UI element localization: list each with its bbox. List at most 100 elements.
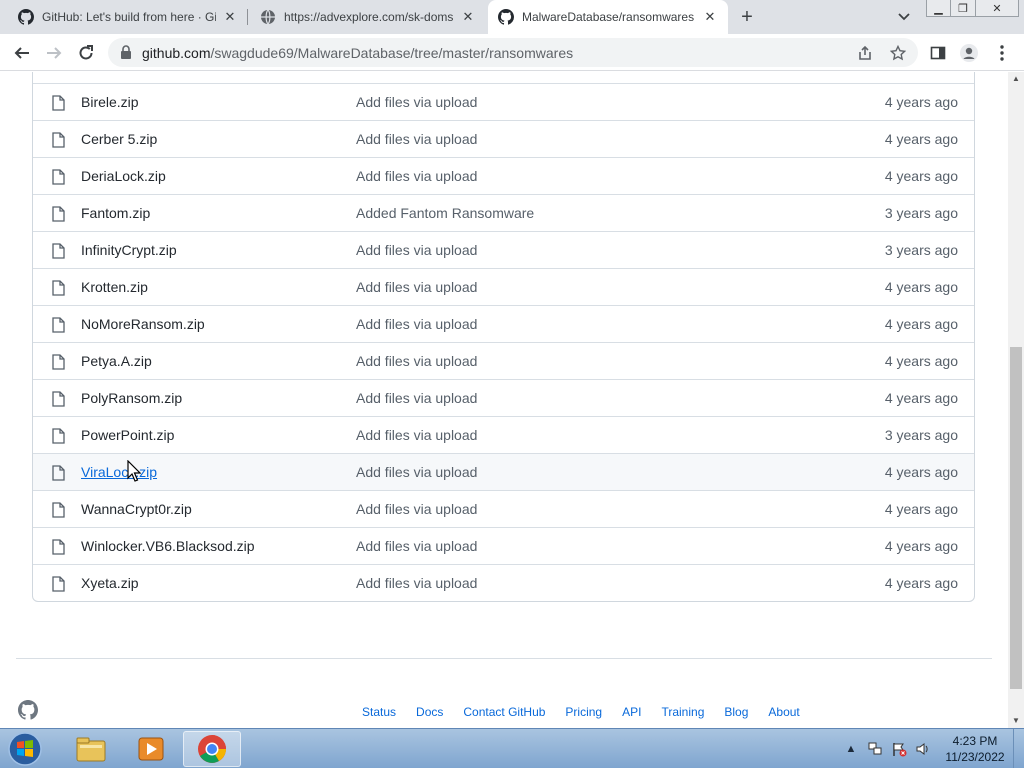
tab-malware-database[interactable]: MalwareDatabase/ransomwares ✕ [488, 0, 728, 34]
restore-button[interactable]: ❐ [951, 0, 976, 17]
volume-icon[interactable] [914, 740, 932, 758]
start-button[interactable] [6, 731, 44, 767]
back-button[interactable] [10, 41, 34, 65]
file-row[interactable]: 4 years ago [33, 72, 974, 83]
file-name-link[interactable]: Krotten.zip [81, 279, 148, 295]
new-tab-button[interactable]: + [736, 7, 758, 27]
file-name-link[interactable]: Cerber 5.zip [81, 131, 157, 147]
taskbar-chrome[interactable] [183, 731, 241, 767]
file-row[interactable]: PolyRansom.zip Add files via upload 4 year… [33, 379, 974, 416]
close-tab-icon[interactable]: ✕ [702, 9, 718, 25]
file-name-link[interactable]: Fantom.zip [81, 205, 150, 221]
footer-link-blog[interactable]: Blog [724, 705, 748, 719]
file-icon [51, 465, 65, 481]
commit-message-link[interactable]: Add files via upload [356, 168, 477, 184]
windows-taskbar: ▲ 4:23 PM 11/23/2022 [0, 728, 1024, 768]
tab-separator [247, 9, 248, 25]
commit-message-link[interactable]: Add files via upload [356, 464, 477, 480]
file-icon [51, 243, 65, 259]
footer-link-about[interactable]: About [768, 705, 799, 719]
profile-avatar-icon[interactable] [957, 41, 981, 65]
scroll-down-arrow-icon[interactable]: ▼ [1008, 714, 1024, 728]
footer-link-api[interactable]: API [622, 705, 641, 719]
menu-kebab-icon[interactable] [990, 41, 1014, 65]
scroll-up-arrow-icon[interactable]: ▲ [1008, 72, 1024, 86]
network-icon[interactable] [866, 740, 884, 758]
tab-strip: GitHub: Let's build from here · Gi ✕ htt… [0, 0, 1024, 34]
file-row[interactable]: InfinityCrypt.zip Add files via upload 3 y… [33, 231, 974, 268]
file-name-link[interactable]: InfinityCrypt.zip [81, 242, 177, 258]
close-window-button[interactable]: ✕ [976, 0, 1019, 17]
reload-button[interactable] [74, 41, 98, 65]
file-row[interactable]: Xyeta.zip Add files via upload 4 years ago [33, 564, 974, 601]
taskbar-explorer[interactable] [62, 731, 120, 767]
file-row[interactable]: Fantom.zip Added Fantom Ransomware 3 years… [33, 194, 974, 231]
commit-message-link[interactable]: Add files via upload [356, 94, 477, 110]
commit-message-link[interactable]: Add files via upload [356, 575, 477, 591]
lock-icon[interactable] [120, 45, 132, 59]
file-name-link[interactable]: DeriaLock.zip [81, 168, 166, 184]
media-player-icon [138, 737, 164, 761]
file-name-link[interactable]: PolyRansom.zip [81, 390, 182, 406]
footer-link-training[interactable]: Training [661, 705, 704, 719]
url-text[interactable]: github.com/swagdude69/MalwareDatabase/tr… [142, 45, 573, 61]
file-row[interactable]: WannaCrypt0r.zip Add files via upload 4 ye… [33, 490, 974, 527]
file-name-link[interactable]: NoMoreRansom.zip [81, 316, 205, 332]
minimize-button[interactable]: ▁ [926, 0, 951, 17]
file-row[interactable]: NoMoreRansom.zip Add files via upload 4 ye… [33, 305, 974, 342]
forward-button[interactable] [42, 41, 66, 65]
taskbar-media-player[interactable] [122, 731, 180, 767]
file-row[interactable]: Winlocker.VB6.Blacksod.zip Add files via … [33, 527, 974, 564]
file-name-link[interactable]: Petya.A.zip [81, 353, 152, 369]
scrollbar-thumb[interactable] [1010, 347, 1022, 689]
tab-search-chevron-icon[interactable] [894, 8, 914, 26]
commit-message-link[interactable]: Add files via upload [356, 353, 477, 369]
footer-link-contact[interactable]: Contact GitHub [463, 705, 545, 719]
commit-message-link[interactable]: Add files via upload [356, 427, 477, 443]
footer-link-status[interactable]: Status [362, 705, 396, 719]
clock-time: 4:23 PM [952, 734, 998, 748]
footer-link-docs[interactable]: Docs [416, 705, 443, 719]
close-tab-icon[interactable]: ✕ [222, 9, 238, 25]
commit-age: 4 years ago [884, 575, 958, 591]
bookmark-star-icon[interactable] [889, 44, 907, 62]
file-name-link[interactable]: PowerPoint.zip [81, 427, 174, 443]
file-name-link[interactable]: Birele.zip [81, 94, 139, 110]
file-row[interactable]: ViraLock.zip Add files via upload 4 years … [33, 453, 974, 490]
github-footer-logo-icon[interactable] [18, 700, 38, 720]
commit-message-link[interactable]: Add files via upload [356, 279, 477, 295]
page-scrollbar[interactable]: ▲ ▼ [1008, 72, 1024, 728]
commit-message-link[interactable]: Added Fantom Ransomware [356, 205, 534, 221]
tab-advexplore[interactable]: https://advexplore.com/sk-doms ✕ [250, 0, 486, 34]
share-icon[interactable] [856, 44, 874, 62]
file-name-link[interactable]: WannaCrypt0r.zip [81, 501, 192, 517]
commit-message-link[interactable]: Add files via upload [356, 242, 477, 258]
file-icon [51, 132, 65, 148]
commit-message-link[interactable]: Add files via upload [356, 538, 477, 554]
address-bar[interactable]: github.com/swagdude69/MalwareDatabase/tr… [108, 38, 918, 67]
file-list: 4 years ago Birele.zip Add files via uploa… [32, 72, 975, 602]
file-name-link[interactable]: ViraLock.zip [81, 464, 157, 480]
commit-message-link[interactable]: Add files via upload [356, 501, 477, 517]
system-tray: ▲ [842, 729, 938, 768]
tab-github-home[interactable]: GitHub: Let's build from here · Gi ✕ [8, 0, 248, 34]
file-name-link[interactable]: Xyeta.zip [81, 575, 139, 591]
close-tab-icon[interactable]: ✕ [460, 9, 476, 25]
file-row[interactable]: Birele.zip Add files via upload 4 years ag… [33, 83, 974, 120]
windows-start-orb-icon [8, 732, 42, 766]
file-row[interactable]: Cerber 5.zip Add files via upload 4 years … [33, 120, 974, 157]
system-clock[interactable]: 4:23 PM 11/23/2022 [940, 733, 1010, 765]
footer-link-pricing[interactable]: Pricing [565, 705, 602, 719]
side-panel-icon[interactable] [926, 41, 950, 65]
file-name-link[interactable]: Winlocker.VB6.Blacksod.zip [81, 538, 255, 554]
commit-message-link[interactable]: Add files via upload [356, 131, 477, 147]
commit-message-link[interactable]: Add files via upload [356, 390, 477, 406]
file-row[interactable]: Krotten.zip Add files via upload 4 years a… [33, 268, 974, 305]
file-row[interactable]: PowerPoint.zip Add files via upload 3 year… [33, 416, 974, 453]
file-row[interactable]: Petya.A.zip Add files via upload 4 years a… [33, 342, 974, 379]
show-hidden-icons-icon[interactable]: ▲ [842, 740, 860, 758]
action-center-flag-icon[interactable] [890, 740, 908, 758]
file-row[interactable]: DeriaLock.zip Add files via upload 4 years… [33, 157, 974, 194]
show-desktop-button[interactable] [1013, 729, 1024, 768]
commit-message-link[interactable]: Add files via upload [356, 316, 477, 332]
